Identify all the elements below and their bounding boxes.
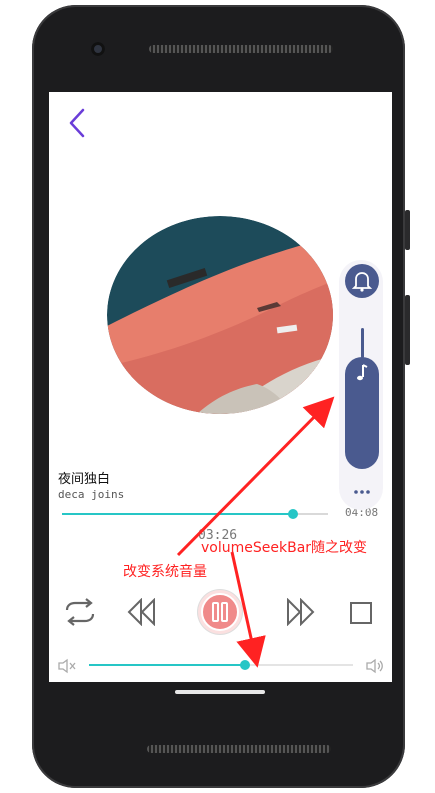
- pause-button[interactable]: [198, 590, 242, 634]
- annotation-seekbar-follows: volumeSeekBar随之改变: [201, 540, 368, 556]
- power-button: [405, 210, 410, 250]
- progress-thumb[interactable]: [288, 509, 299, 519]
- rewind-icon[interactable]: [127, 598, 159, 626]
- top-speaker: [149, 45, 333, 53]
- volume-seekbar-thumb[interactable]: [239, 660, 250, 670]
- chevron-left-icon[interactable]: [63, 106, 91, 140]
- system-volume-fill[interactable]: [345, 357, 379, 469]
- volume-seekbar-fill: [89, 664, 245, 666]
- home-indicator[interactable]: [175, 690, 265, 694]
- volume-mute-icon: [58, 658, 76, 674]
- annotation-change-system-volume: 改变系统音量: [123, 564, 207, 580]
- volume-up-icon: [366, 658, 383, 674]
- volume-button: [405, 295, 410, 365]
- app-screen: 夜间独白 deca joins 03:26 04:08: [49, 92, 392, 682]
- fast-forward-icon[interactable]: [283, 598, 315, 626]
- bottom-speaker: [147, 745, 331, 753]
- system-volume-track[interactable]: [361, 328, 364, 358]
- pause-icon: [201, 593, 239, 631]
- progress-fill: [62, 513, 294, 515]
- song-title: 夜间独白: [58, 472, 111, 487]
- album-cover: [107, 216, 333, 414]
- front-camera: [91, 42, 105, 56]
- more-dots-icon[interactable]: [352, 489, 372, 495]
- repeat-icon[interactable]: [62, 598, 98, 626]
- ringer-button[interactable]: [345, 264, 379, 298]
- stop-square-icon[interactable]: [349, 601, 373, 625]
- music-note-icon: [357, 364, 368, 381]
- artist-name: deca joins: [58, 488, 125, 501]
- bell-icon: [351, 272, 373, 292]
